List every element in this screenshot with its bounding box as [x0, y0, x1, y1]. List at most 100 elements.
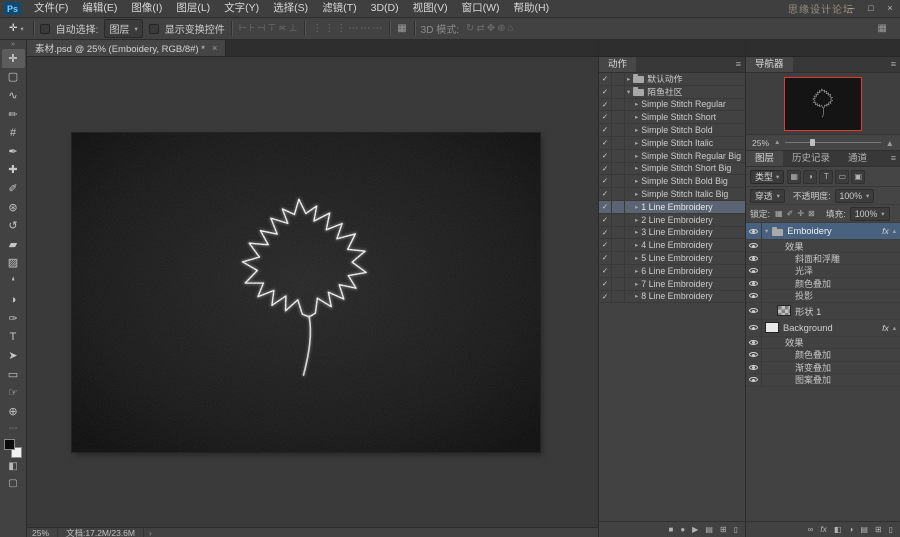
menu-item-8[interactable]: 视图(V): [406, 0, 455, 17]
delete-action-icon[interactable]: ▯: [734, 522, 738, 537]
distribute-bottom-edges-icon[interactable]: ⋮: [335, 19, 347, 39]
zoom-out-icon[interactable]: ▲: [774, 139, 780, 146]
auto-select-checkbox[interactable]: [40, 24, 50, 34]
collapse-effects-icon[interactable]: ▴: [893, 324, 896, 332]
screen-mode-button[interactable]: ▢: [2, 475, 25, 492]
3d-rotate-icon[interactable]: ↻: [465, 19, 475, 39]
action-row[interactable]: ✓▸2 Line Embroidery: [599, 214, 745, 227]
expand-arrow-icon[interactable]: ▸: [635, 216, 638, 224]
expand-arrow-icon[interactable]: ▸: [635, 100, 638, 108]
pen-tool[interactable]: ✑: [2, 309, 25, 328]
visibility-eye-icon[interactable]: [746, 290, 762, 302]
menu-item-10[interactable]: 帮助(H): [507, 0, 557, 17]
layer-row[interactable]: 形状 1: [746, 303, 900, 320]
action-dialog-toggle[interactable]: [612, 201, 625, 213]
action-row[interactable]: ✓▸7 Line Embroidery: [599, 278, 745, 291]
action-dialog-toggle[interactable]: [612, 214, 625, 226]
navigator-thumbnail[interactable]: [785, 78, 861, 130]
action-dialog-toggle[interactable]: [612, 188, 625, 200]
new-action-set-icon[interactable]: ▤: [705, 522, 713, 537]
action-dialog-toggle[interactable]: [612, 227, 625, 239]
zoom-slider[interactable]: [785, 142, 880, 143]
filter-pixel-layers-icon[interactable]: ▦: [787, 170, 801, 184]
visibility-eye-icon[interactable]: [746, 374, 762, 386]
action-dialog-toggle[interactable]: [612, 252, 625, 264]
action-check-icon[interactable]: ✓: [599, 227, 612, 239]
filter-shape-layers-icon[interactable]: ▭: [835, 170, 849, 184]
action-check-icon[interactable]: ✓: [599, 239, 612, 251]
toolbar-collapse-icon[interactable]: »: [11, 41, 15, 49]
edit-toolbar-icon[interactable]: ⋯: [9, 423, 18, 434]
filter-smart-objects-icon[interactable]: ▣: [851, 170, 865, 184]
menu-item-7[interactable]: 3D(D): [364, 0, 406, 17]
visibility-eye-icon[interactable]: [746, 320, 762, 336]
brush-tool[interactable]: ✐: [2, 179, 25, 198]
foreground-color-swatch[interactable]: [4, 439, 15, 450]
distribute-top-edges-icon[interactable]: ⋮: [311, 19, 323, 39]
action-check-icon[interactable]: ✓: [599, 214, 612, 226]
layer-row[interactable]: 投影: [746, 290, 900, 303]
tab-0-active[interactable]: 图层: [746, 151, 783, 166]
visibility-eye-icon[interactable]: [746, 303, 762, 319]
adjustment-layer-icon[interactable]: ◑: [848, 522, 853, 537]
tab-2-inactive[interactable]: 通道: [839, 151, 876, 166]
delete-layer-icon[interactable]: ▯: [889, 522, 893, 537]
visibility-eye-icon[interactable]: [746, 337, 762, 349]
tab-actions[interactable]: 动作: [599, 57, 636, 72]
new-action-icon[interactable]: ⊞: [720, 522, 727, 537]
action-check-icon[interactable]: ✓: [599, 99, 612, 111]
action-dialog-toggle[interactable]: [612, 73, 625, 85]
fx-badge-icon[interactable]: fx: [882, 226, 889, 236]
action-dialog-toggle[interactable]: [612, 99, 625, 111]
distribute-right-edges-icon[interactable]: ⋯: [371, 19, 383, 39]
blend-mode-dropdown[interactable]: 穿透 ▾: [750, 189, 785, 203]
align-vertical-centers-icon[interactable]: ≍: [277, 19, 287, 39]
document-tab[interactable]: 素材.psd @ 25% (Emboidery, RGB/8#) * ×: [27, 40, 226, 56]
stop-playing-icon[interactable]: ■: [668, 522, 673, 537]
expand-arrow-icon[interactable]: ▸: [635, 177, 638, 185]
expand-arrow-icon[interactable]: ▸: [635, 228, 638, 236]
align-left-edges-icon[interactable]: ⊢: [238, 19, 249, 39]
action-check-icon[interactable]: ✓: [599, 252, 612, 264]
layer-row[interactable]: 效果: [746, 240, 900, 253]
action-dialog-toggle[interactable]: [612, 175, 625, 187]
align-right-edges-icon[interactable]: ⊣: [256, 19, 267, 39]
zoom-in-icon[interactable]: ▲: [886, 138, 894, 148]
expand-arrow-icon[interactable]: ▸: [635, 267, 638, 275]
fill-dropdown[interactable]: 100% ▾: [850, 207, 890, 221]
visibility-eye-icon[interactable]: [746, 223, 762, 239]
layer-row[interactable]: Backgroundfx▴: [746, 320, 900, 337]
action-check-icon[interactable]: ✓: [599, 124, 612, 136]
expand-arrow-icon[interactable]: ▾: [627, 88, 630, 96]
lasso-tool[interactable]: ∿: [2, 86, 25, 105]
action-row[interactable]: ✓▸8 Line Embroidery: [599, 291, 745, 304]
layer-row[interactable]: 渐变叠加: [746, 362, 900, 375]
layer-row[interactable]: 颜色叠加: [746, 278, 900, 291]
color-swatches[interactable]: [3, 439, 23, 458]
shape-tool[interactable]: ▭: [2, 365, 25, 384]
menu-item-5[interactable]: 选择(S): [266, 0, 315, 17]
quick-selection-tool[interactable]: ✏: [2, 105, 25, 124]
add-layer-mask-icon[interactable]: ◧: [834, 522, 842, 537]
layer-row[interactable]: 颜色叠加: [746, 349, 900, 362]
expand-arrow-icon[interactable]: ▸: [635, 241, 638, 249]
action-row[interactable]: ✓▸默认动作: [599, 73, 745, 86]
quick-mask-button[interactable]: ◧: [2, 458, 25, 475]
align-bottom-edges-icon[interactable]: ⊥: [287, 19, 298, 39]
panel-menu-icon[interactable]: ≡: [891, 151, 896, 166]
type-tool[interactable]: T: [2, 328, 25, 347]
layer-style-icon[interactable]: fx: [820, 522, 827, 537]
visibility-eye-icon[interactable]: [746, 240, 762, 252]
action-check-icon[interactable]: ✓: [599, 201, 612, 213]
action-row[interactable]: ✓▸6 Line Embroidery: [599, 265, 745, 278]
action-row[interactable]: ✓▸Simple Stitch Short: [599, 111, 745, 124]
layer-row[interactable]: 图案叠加: [746, 374, 900, 387]
canvas-area[interactable]: [27, 57, 598, 527]
begin-recording-icon[interactable]: ●: [680, 522, 685, 537]
lock-pixels-icon[interactable]: ✐: [786, 209, 795, 218]
visibility-eye-icon[interactable]: [746, 265, 762, 277]
opacity-dropdown[interactable]: 100% ▾: [835, 189, 875, 203]
maximize-button[interactable]: □: [865, 0, 877, 17]
menu-item-3[interactable]: 图层(L): [169, 0, 217, 17]
align-top-edges-icon[interactable]: ⊤: [266, 19, 277, 39]
